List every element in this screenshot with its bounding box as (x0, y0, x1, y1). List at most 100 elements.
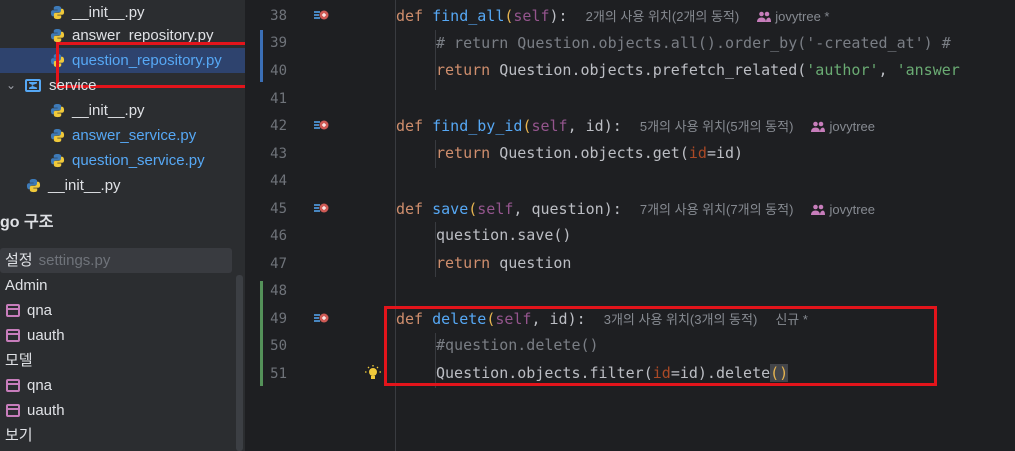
structure-row-admin[interactable]: Admin (0, 273, 232, 298)
punct: ): (603, 200, 622, 218)
keyword: return (436, 254, 491, 272)
line-number: 49 (270, 311, 287, 327)
package-icon (25, 79, 41, 92)
punct: ): (549, 7, 568, 25)
tree-item-label: __init__.py (72, 102, 145, 119)
code-line-38: def find_all(self): 2개의 사용 위치(2개의 동적) jo… (396, 6, 829, 25)
punct: , (878, 61, 897, 79)
left-panel: __init__.py answer_repository.py questio… (0, 0, 245, 451)
python-file-icon (26, 178, 41, 193)
code-line-42: def find_by_id(self, id): 5개의 사용 위치(5개의 … (396, 116, 875, 135)
self-param: self (531, 117, 568, 135)
structure-row-label: 설정 (5, 252, 33, 269)
string-literal: 'answer (896, 61, 960, 79)
structure-row-views[interactable]: 보기 (0, 423, 232, 448)
structure-row-label: 보기 (5, 427, 33, 444)
structure-row-label: 모델 (5, 352, 33, 369)
python-file-icon (50, 128, 65, 143)
line-number: 47 (270, 256, 287, 272)
line-number: 38 (270, 8, 287, 24)
code-text: question (490, 254, 572, 272)
structure-row-uauth[interactable]: uauth (0, 323, 232, 348)
user-icon (811, 204, 826, 215)
code-line-47: return question (436, 254, 571, 272)
line-number: 44 (270, 173, 287, 189)
line-number: 48 (270, 283, 287, 299)
line-number: 50 (270, 338, 287, 354)
keyword-argument: id (688, 144, 707, 162)
tree-item-init-1[interactable]: __init__.py (0, 0, 245, 25)
code-text: =id) (706, 144, 744, 162)
line-number: 45 (270, 201, 287, 217)
tree-item-question-service[interactable]: question_service.py (0, 148, 245, 173)
highlight-box-delete (384, 306, 937, 386)
tree-item-label: answer_service.py (72, 127, 197, 144)
tree-item-answer-service[interactable]: answer_service.py (0, 123, 245, 148)
chevron-down-icon[interactable]: ⌄ (6, 73, 16, 98)
tree-item-label: __init__.py (72, 4, 145, 21)
python-file-icon (50, 103, 65, 118)
keyword: def (396, 200, 424, 218)
author-hint[interactable]: jovytree (811, 202, 875, 217)
code-text: Question.objects.prefetch_related( (490, 61, 807, 79)
structure-panel-title: go 구조 (0, 214, 54, 231)
author-name: jovytree (829, 202, 875, 217)
line-number: 43 (270, 146, 287, 162)
keyword: return (436, 144, 491, 162)
line-number: 42 (270, 118, 287, 134)
structure-row-models[interactable]: 모델 (0, 348, 232, 373)
code-line-46: question.save() (436, 226, 572, 244)
structure-scrollbar[interactable] (236, 275, 243, 451)
structure-row-qna[interactable]: qna (0, 298, 232, 323)
tree-item-label: service (49, 77, 97, 94)
override-method-icon[interactable] (313, 118, 329, 132)
structure-row-qna-2[interactable]: qna (0, 373, 232, 398)
override-method-icon[interactable] (313, 311, 329, 325)
function-name: find_by_id (432, 117, 523, 135)
tree-item-init-3[interactable]: __init__.py (0, 173, 245, 198)
line-number: 41 (270, 91, 287, 107)
keyword: return (436, 61, 491, 79)
keyword: def (396, 7, 424, 25)
author-hint[interactable]: jovytree * (757, 9, 829, 24)
override-method-icon[interactable] (313, 8, 329, 22)
module-icon (6, 304, 20, 317)
tree-item-label: __init__.py (48, 177, 121, 194)
tree-item-service[interactable]: ⌄ service (0, 73, 245, 98)
module-icon (6, 379, 20, 392)
module-icon (6, 329, 20, 342)
params: , question (513, 200, 604, 218)
tree-item-init-2[interactable]: __init__.py (0, 98, 245, 123)
self-param: self (477, 200, 514, 218)
author-hint[interactable]: jovytree (811, 119, 875, 134)
user-icon (811, 121, 826, 132)
code-line-45: def save(self, question): 7개의 사용 위치(7개의 … (396, 199, 875, 218)
usage-hint[interactable]: 5개의 사용 위치(5개의 동적) (640, 119, 794, 134)
punct: ): (603, 117, 622, 135)
self-param: self (513, 7, 550, 25)
structure-row-muted: settings.py (38, 252, 111, 269)
code-editor[interactable]: 38 39 40 41 42 43 44 45 46 47 48 49 50 5… (247, 0, 1015, 451)
line-number: 51 (270, 366, 287, 382)
line-number: 46 (270, 228, 287, 244)
paren: ( (468, 200, 478, 218)
structure-row-label: Admin (5, 277, 48, 294)
code-line-39: # return Question.objects.all().order_by… (436, 34, 951, 52)
code-line-40: return Question.objects.prefetch_related… (436, 61, 960, 79)
keyword: def (396, 117, 424, 135)
author-name: jovytree * (775, 9, 830, 24)
override-method-icon[interactable] (313, 201, 329, 215)
line-number: 40 (270, 63, 287, 79)
function-name: save (432, 200, 469, 218)
params: , id (567, 117, 604, 135)
usage-hint[interactable]: 2개의 사용 위치(2개의 동적) (586, 9, 740, 24)
line-number: 39 (270, 35, 287, 51)
code-line-43: return Question.objects.get(id=id) (436, 144, 743, 162)
usage-hint[interactable]: 7개의 사용 위치(7개의 동적) (640, 202, 794, 217)
structure-row-uauth-2[interactable]: uauth (0, 398, 232, 423)
structure-row-settings[interactable]: 설정 settings.py (0, 248, 232, 273)
code-text: Question.objects.get( (490, 144, 689, 162)
lightbulb-icon[interactable] (365, 365, 381, 383)
tree-item-label: question_service.py (72, 152, 205, 169)
user-icon (757, 11, 772, 22)
